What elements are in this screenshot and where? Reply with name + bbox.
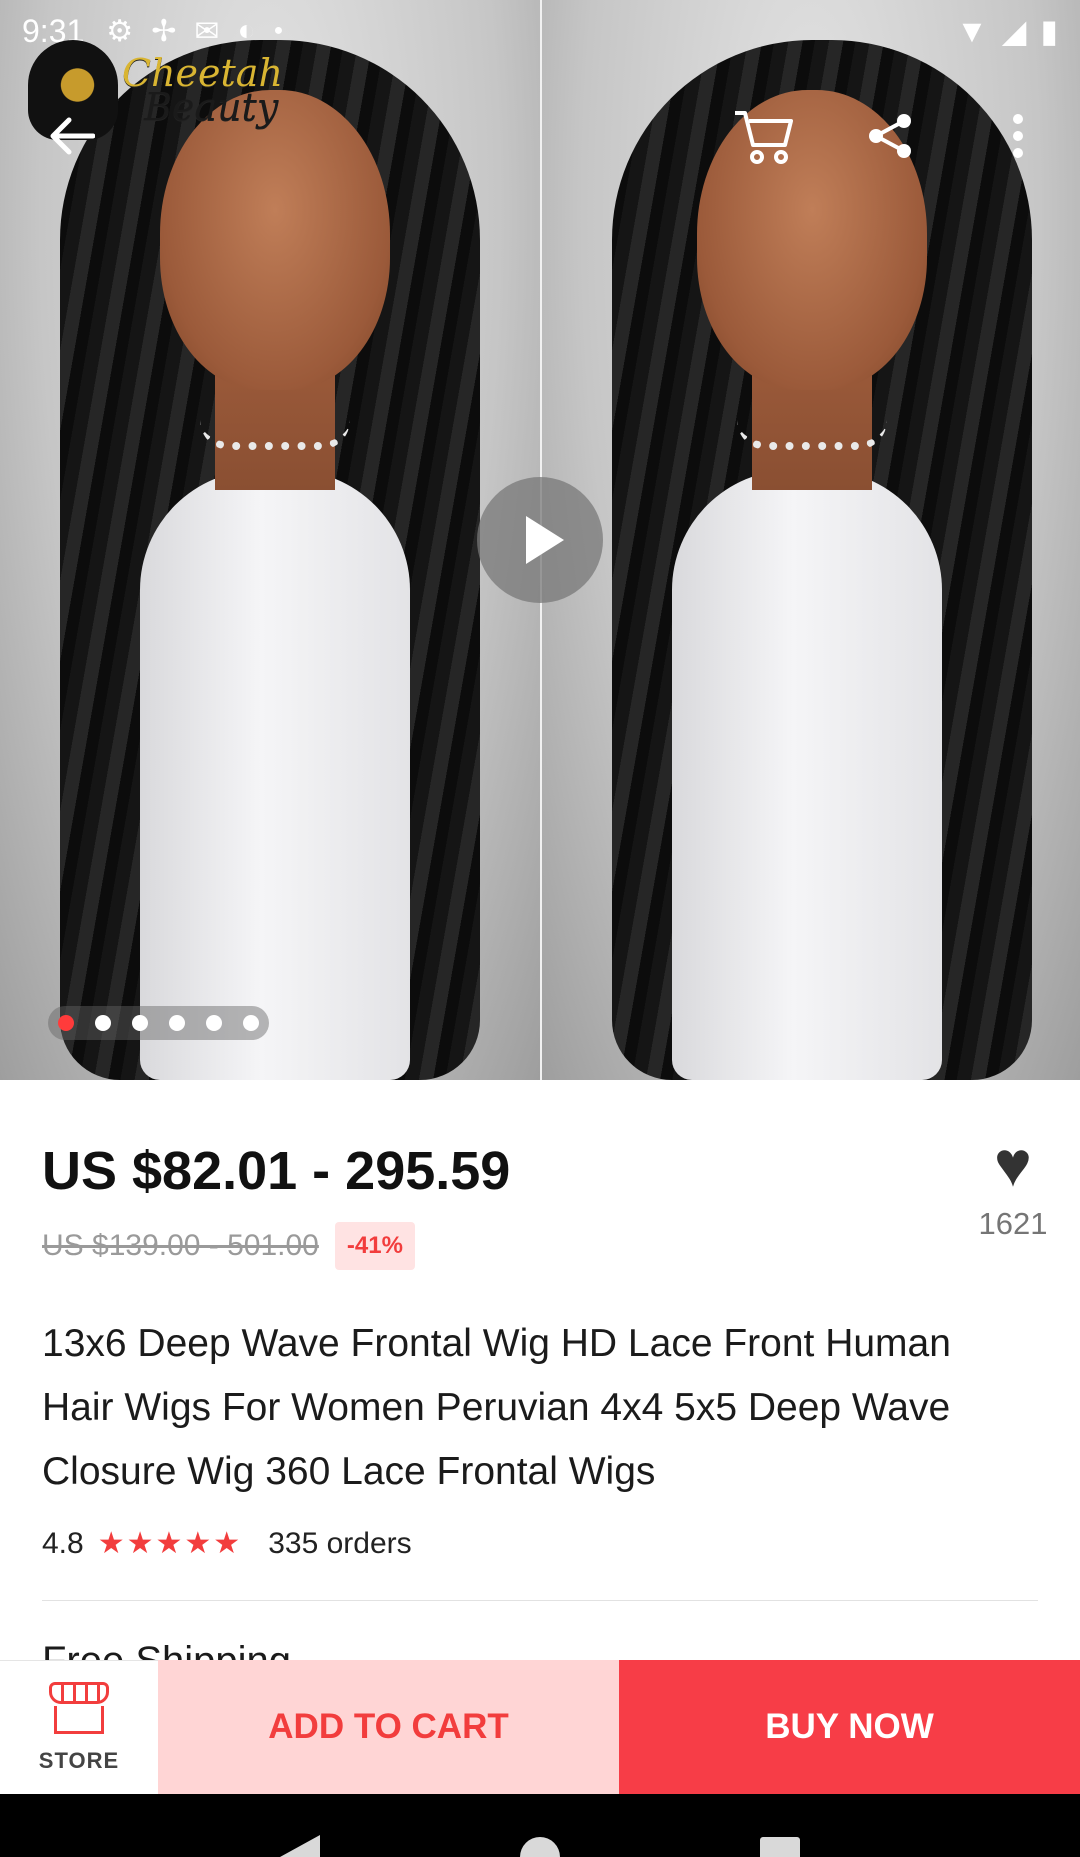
white-top-shape [140, 470, 410, 1080]
bottom-action-bar: STORE ADD TO CART BUY NOW [0, 1660, 1080, 1794]
store-button[interactable]: STORE [0, 1660, 158, 1794]
store-label: STORE [38, 1747, 120, 1773]
shipping-info[interactable]: Free Shipping [42, 1636, 291, 1660]
add-to-cart-button[interactable]: ADD TO CART [158, 1660, 619, 1794]
pager-dot[interactable] [169, 1015, 185, 1031]
store-icon [49, 1681, 109, 1734]
original-price-row: US $139.00 - 501.00 -41% [42, 1222, 415, 1270]
back-button[interactable] [32, 96, 112, 176]
back-arrow-icon [50, 117, 95, 155]
wishlist-button[interactable]: ♥ 1621 [968, 1132, 1058, 1242]
pager-dot[interactable] [58, 1015, 74, 1031]
discount-badge: -41% [334, 1222, 415, 1270]
star-rating-icon: ★★★★★ [97, 1527, 243, 1560]
more-options-button[interactable] [978, 96, 1058, 176]
signal-icon: ◢ [1001, 13, 1027, 49]
buy-now-button[interactable]: BUY NOW [619, 1660, 1080, 1794]
nav-home-icon[interactable] [520, 1837, 560, 1857]
necklace-shape [737, 420, 887, 450]
pager-dot[interactable] [243, 1015, 259, 1031]
nav-back-icon[interactable] [280, 1835, 320, 1857]
play-icon [526, 516, 564, 564]
more-vert-icon [1013, 114, 1023, 158]
original-price: US $139.00 - 501.00 [42, 1229, 319, 1262]
white-top-shape [672, 470, 942, 1080]
share-icon [869, 114, 911, 158]
sale-price: US $82.01 - 295.59 [42, 1141, 511, 1201]
dot-icon: ● [273, 22, 284, 39]
orders-count: 335 orders [268, 1526, 412, 1560]
brand-logo-text: Cheetah Beauty [122, 54, 283, 129]
pager-dot[interactable] [95, 1015, 111, 1031]
play-video-button[interactable] [477, 477, 603, 603]
product-title: 13x6 Deep Wave Frontal Wig HD Lace Front… [42, 1322, 951, 1493]
wifi-icon: ▼ [956, 12, 988, 49]
brand-word-2: Beauty [144, 85, 279, 129]
heart-icon: ♥ [994, 1128, 1032, 1200]
nav-recents-icon[interactable] [760, 1837, 800, 1857]
status-right: ▼ ◢ ▮ [956, 12, 1058, 50]
cart-icon [735, 111, 793, 164]
battery-icon: ▮ [1040, 13, 1058, 49]
pager-dot[interactable] [206, 1015, 222, 1031]
product-image-gallery[interactable]: 9:31 ⚙ ✢ ✉ ◐ ● ▼ ◢ ▮ Cheetah Beauty [0, 0, 1080, 1080]
system-nav-bar [0, 1794, 1080, 1857]
cart-button[interactable] [724, 96, 804, 176]
pager-dot[interactable] [132, 1015, 148, 1031]
share-button[interactable] [850, 96, 930, 176]
rating-value: 4.8 [42, 1526, 84, 1560]
wishlist-count: 1621 [978, 1206, 1048, 1241]
divider [42, 1600, 1038, 1601]
gallery-pager [48, 1006, 269, 1040]
rating-row[interactable]: 4.8 ★★★★★ 335 orders [42, 1526, 412, 1561]
necklace-shape [200, 420, 350, 450]
